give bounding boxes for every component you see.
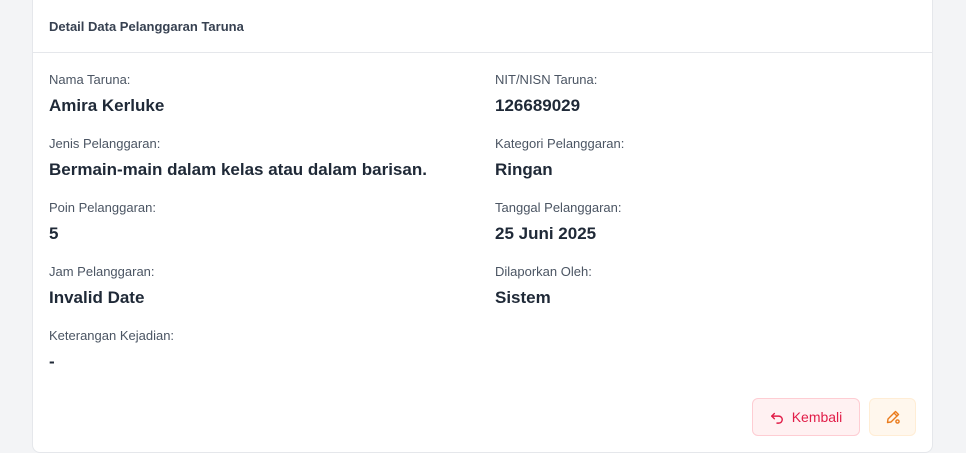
field-value: -: [49, 352, 55, 371]
field-label: Jenis Pelanggaran:: [49, 136, 161, 151]
return-arrow-icon: [770, 410, 784, 424]
field-label: Poin Pelanggaran:: [49, 200, 156, 215]
back-button[interactable]: Kembali: [752, 398, 860, 436]
field-label: Kategori Pelanggaran:: [495, 136, 625, 151]
field-value: Ringan: [495, 160, 553, 179]
field-poin-pelanggaran: Poin Pelanggaran: 5: [49, 200, 495, 244]
field-nama-taruna: Nama Taruna: Amira Kerluke: [49, 72, 495, 116]
edit-button[interactable]: [869, 398, 916, 436]
field-value: Sistem: [495, 288, 551, 307]
field-kategori-pelanggaran: Kategori Pelanggaran: Ringan: [495, 136, 917, 180]
action-bar: Kembali: [752, 398, 916, 436]
detail-grid: Nama Taruna: Amira Kerluke NIT/NISN Taru…: [49, 72, 917, 372]
field-tanggal-pelanggaran: Tanggal Pelanggaran: 25 Juni 2025: [495, 200, 917, 244]
field-label: NIT/NISN Taruna:: [495, 72, 598, 87]
field-label: Tanggal Pelanggaran:: [495, 200, 622, 215]
field-dilaporkan-oleh: Dilaporkan Oleh: Sistem: [495, 264, 917, 308]
field-label: Keterangan Kejadian:: [49, 328, 175, 343]
field-label: Dilaporkan Oleh:: [495, 264, 592, 279]
field-value: 5: [49, 224, 59, 243]
field-value: Amira Kerluke: [49, 96, 165, 115]
card-header: Detail Data Pelanggaran Taruna: [33, 0, 932, 53]
field-value: Invalid Date: [49, 288, 145, 307]
card-title: Detail Data Pelanggaran Taruna: [49, 18, 244, 34]
field-value: 25 Juni 2025: [495, 224, 597, 243]
back-button-label: Kembali: [791, 409, 843, 425]
detail-card: Detail Data Pelanggaran Taruna Nama Taru…: [32, 0, 933, 453]
field-keterangan-kejadian: Keterangan Kejadian: -: [49, 328, 495, 372]
field-value: 126689029: [495, 96, 581, 115]
field-jam-pelanggaran: Jam Pelanggaran: Invalid Date: [49, 264, 495, 308]
field-jenis-pelanggaran: Jenis Pelanggaran: Bermain-main dalam ke…: [49, 136, 495, 180]
field-nit-nisn: NIT/NISN Taruna: 126689029: [495, 72, 917, 116]
field-label: Nama Taruna:: [49, 72, 131, 87]
field-label: Jam Pelanggaran:: [49, 264, 155, 279]
field-value: Bermain-main dalam kelas atau dalam bari…: [49, 160, 427, 179]
pencil-edit-icon: [885, 409, 901, 425]
